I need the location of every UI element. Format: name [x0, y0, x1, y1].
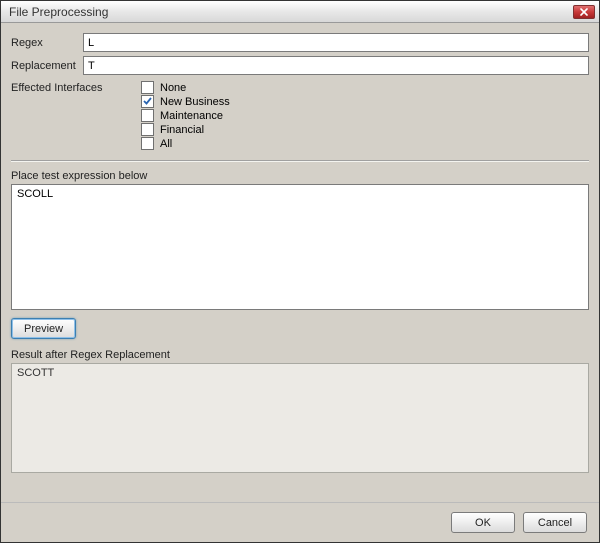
checkbox-maintenance[interactable] [141, 109, 154, 122]
interface-label: Maintenance [160, 110, 223, 122]
effected-interfaces-list: None New Business Maintenance [141, 81, 230, 150]
regex-input[interactable] [83, 33, 589, 52]
ok-button[interactable]: OK [451, 512, 515, 533]
result-output: SCOTT [11, 363, 589, 473]
preview-button[interactable]: Preview [11, 318, 76, 339]
test-expression-input[interactable] [11, 184, 589, 310]
interface-label: None [160, 82, 186, 94]
titlebar: File Preprocessing [1, 1, 599, 23]
checkbox-none[interactable] [141, 81, 154, 94]
regex-row: Regex [11, 33, 589, 52]
effected-interfaces-label: Effected Interfaces [11, 81, 141, 150]
dialog-button-bar: OK Cancel [1, 502, 599, 542]
replacement-label: Replacement [11, 60, 83, 72]
dialog-window: File Preprocessing Regex Replacement Eff… [0, 0, 600, 543]
cancel-button[interactable]: Cancel [523, 512, 587, 533]
interface-label: All [160, 138, 172, 150]
interface-label: Financial [160, 124, 204, 136]
interface-label: New Business [160, 96, 230, 108]
replacement-row: Replacement [11, 56, 589, 75]
interface-row-none: None [141, 81, 230, 94]
interface-row-all: All [141, 137, 230, 150]
result-label: Result after Regex Replacement [11, 349, 589, 361]
checkbox-new-business[interactable] [141, 95, 154, 108]
interface-row-financial: Financial [141, 123, 230, 136]
interface-row-new-business: New Business [141, 95, 230, 108]
close-button[interactable] [573, 5, 595, 19]
regex-label: Regex [11, 37, 83, 49]
checkbox-financial[interactable] [141, 123, 154, 136]
effected-interfaces-section: Effected Interfaces None New Business [11, 81, 589, 150]
close-icon [580, 8, 588, 16]
interface-row-maintenance: Maintenance [141, 109, 230, 122]
checkbox-all[interactable] [141, 137, 154, 150]
replacement-input[interactable] [83, 56, 589, 75]
window-title: File Preprocessing [9, 5, 573, 19]
separator [11, 160, 589, 162]
test-expression-label: Place test expression below [11, 170, 589, 182]
dialog-body: Regex Replacement Effected Interfaces No… [1, 23, 599, 542]
